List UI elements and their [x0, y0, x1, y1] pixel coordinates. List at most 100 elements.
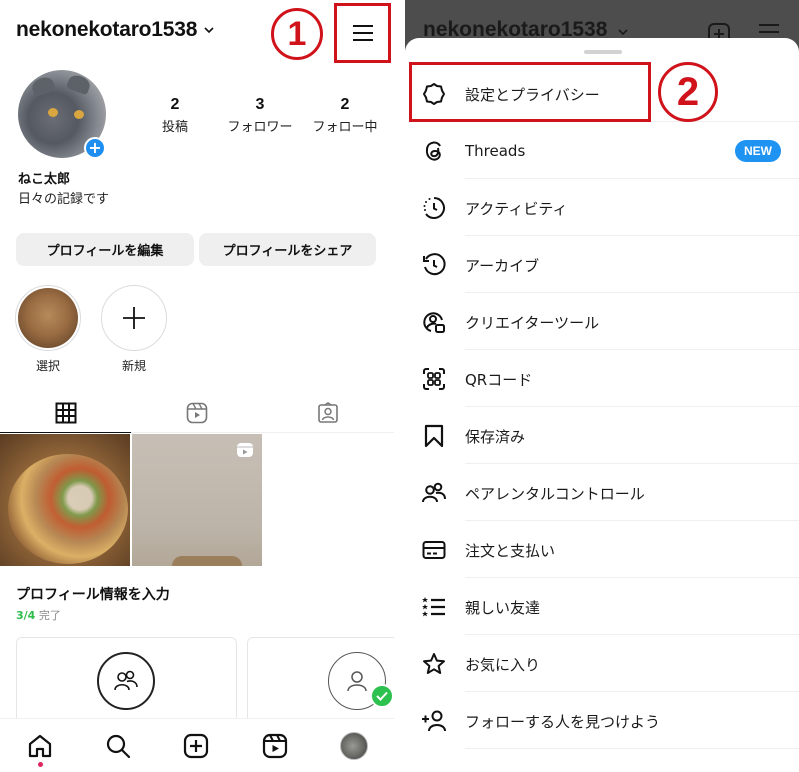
bookmark-icon [421, 423, 447, 449]
menu-item-threads[interactable]: Threads NEW [405, 123, 799, 179]
profile-tabs [0, 393, 394, 433]
home-icon [28, 734, 52, 758]
menu-item-label: 親しい友達 [465, 598, 541, 617]
grid-icon [55, 402, 77, 423]
avatar-cat-ear [29, 74, 57, 98]
posts-grid [0, 434, 262, 566]
post-image [8, 454, 128, 564]
reels-icon [186, 402, 208, 423]
highlight-ring [101, 285, 167, 351]
tab-posts-grid[interactable] [0, 393, 132, 433]
tab-reels[interactable] [131, 393, 262, 432]
bio: 日々の記録です [18, 192, 110, 207]
menu-item-orders-payments[interactable]: 注文と支払い [405, 522, 799, 578]
menu-item-favorites[interactable]: お気に入り [405, 636, 799, 692]
highlight-cover [18, 288, 78, 348]
highlight-ring [15, 285, 81, 351]
step-marker-2: 2 [658, 62, 718, 122]
account-switcher[interactable]: nekonekotaro1538 [16, 18, 215, 42]
add-story-plus-icon[interactable]: + [84, 137, 106, 159]
sheet-grabber[interactable] [584, 50, 622, 54]
reels-icon [262, 733, 288, 759]
chevron-down-icon [204, 27, 214, 34]
people-icon [114, 670, 138, 691]
parental-control-icon [421, 480, 447, 506]
search-icon [106, 734, 131, 759]
nav-search[interactable] [103, 731, 133, 761]
stat-following[interactable]: 2 フォロー中 [305, 96, 385, 135]
share-profile-button[interactable]: プロフィールをシェア [199, 233, 376, 266]
hamburger-menu-button[interactable] [334, 3, 391, 63]
activity-icon [421, 195, 447, 221]
progress-label: 完了 [38, 609, 61, 622]
highlight-item[interactable]: 選択 [15, 285, 81, 374]
menu-item-saved[interactable]: 保存済み [405, 408, 799, 464]
menu-item-label: アーカイブ [465, 256, 540, 275]
person-icon [347, 671, 367, 692]
highlight-label: 選択 [35, 359, 60, 373]
home-notification-dot [38, 762, 43, 767]
menu-separator [465, 178, 799, 179]
nav-create[interactable] [181, 731, 211, 761]
menu-separator [465, 520, 799, 521]
annotation-highlight-box [409, 62, 651, 122]
avatar-cat-eye [74, 110, 84, 119]
menu-separator [465, 577, 799, 578]
avatar-cat-ear [65, 72, 93, 96]
menu-separator [465, 406, 799, 407]
menu-item-label: ペアレンタルコントロール [465, 484, 645, 503]
nav-reels[interactable] [260, 731, 290, 761]
menu-item-close-friends[interactable]: 親しい友達 [405, 579, 799, 635]
menu-item-archive[interactable]: アーカイブ [405, 237, 799, 293]
menu-separator [465, 748, 799, 749]
post-image [172, 556, 242, 566]
menu-bottom-sheet: 設定とプライバシー Threads NEW アクティビティ アーカイブ クリエイ… [405, 38, 799, 772]
star-icon [421, 651, 447, 677]
menu-separator [465, 292, 799, 293]
threads-icon [421, 138, 447, 164]
menu-item-label: フォローする人を見つけよう [465, 712, 661, 731]
chevron-down-icon [618, 29, 628, 36]
menu-item-discover-people[interactable]: フォローする人を見つけよう [405, 693, 799, 749]
tab-tagged[interactable] [263, 393, 394, 432]
plus-square-icon [183, 733, 209, 759]
menu-item-label: 注文と支払い [465, 541, 556, 560]
plus-icon [123, 307, 145, 329]
menu-item-creator-tools[interactable]: クリエイターツール [405, 294, 799, 350]
highlight-label: 新規 [121, 359, 146, 373]
add-person-icon [421, 708, 447, 734]
stat-value: 2 [340, 96, 350, 113]
reel-indicator-icon [237, 443, 253, 457]
menu-item-label: お気に入り [465, 655, 541, 674]
hamburger-icon [352, 25, 373, 41]
menu-item-label: 保存済み [465, 427, 526, 446]
menu-item-qr-code[interactable]: QRコード [405, 351, 799, 407]
new-highlight-button[interactable]: 新規 [101, 285, 167, 374]
menu-item-activity[interactable]: アクティビティ [405, 180, 799, 236]
menu-separator [465, 349, 799, 350]
menu-item-parental-control[interactable]: ペアレンタルコントロール [405, 465, 799, 521]
stat-followers[interactable]: 3 フォロワー [215, 96, 305, 135]
menu-separator [465, 463, 799, 464]
card-icon [421, 537, 447, 563]
menu-item-label: クリエイターツール [465, 313, 600, 332]
stat-posts[interactable]: 2 投稿 [150, 96, 200, 135]
profile-info-title: プロフィール情報を入力 [16, 587, 170, 603]
stat-value: 3 [255, 96, 265, 113]
post-thumbnail[interactable] [0, 434, 130, 566]
panel-divider [394, 0, 405, 772]
menu-item-label: アクティビティ [465, 199, 568, 218]
avatar-cat-eye [48, 108, 58, 117]
progress-count: 3/4 [16, 609, 36, 622]
menu-separator [465, 691, 799, 692]
edit-profile-button[interactable]: プロフィールを編集 [16, 233, 194, 266]
nav-profile[interactable] [339, 731, 369, 761]
menu-separator [465, 235, 799, 236]
menu-screen: nekonekotaro1538 設定とプライバシー Threads NEW ア… [405, 0, 799, 772]
stat-label: フォロー中 [312, 120, 378, 135]
menu-item-label: Threads [465, 142, 526, 160]
archive-icon [421, 252, 447, 278]
nav-home[interactable] [25, 731, 55, 761]
display-name: ねこ太郎 [18, 172, 71, 187]
post-thumbnail[interactable] [132, 434, 262, 566]
